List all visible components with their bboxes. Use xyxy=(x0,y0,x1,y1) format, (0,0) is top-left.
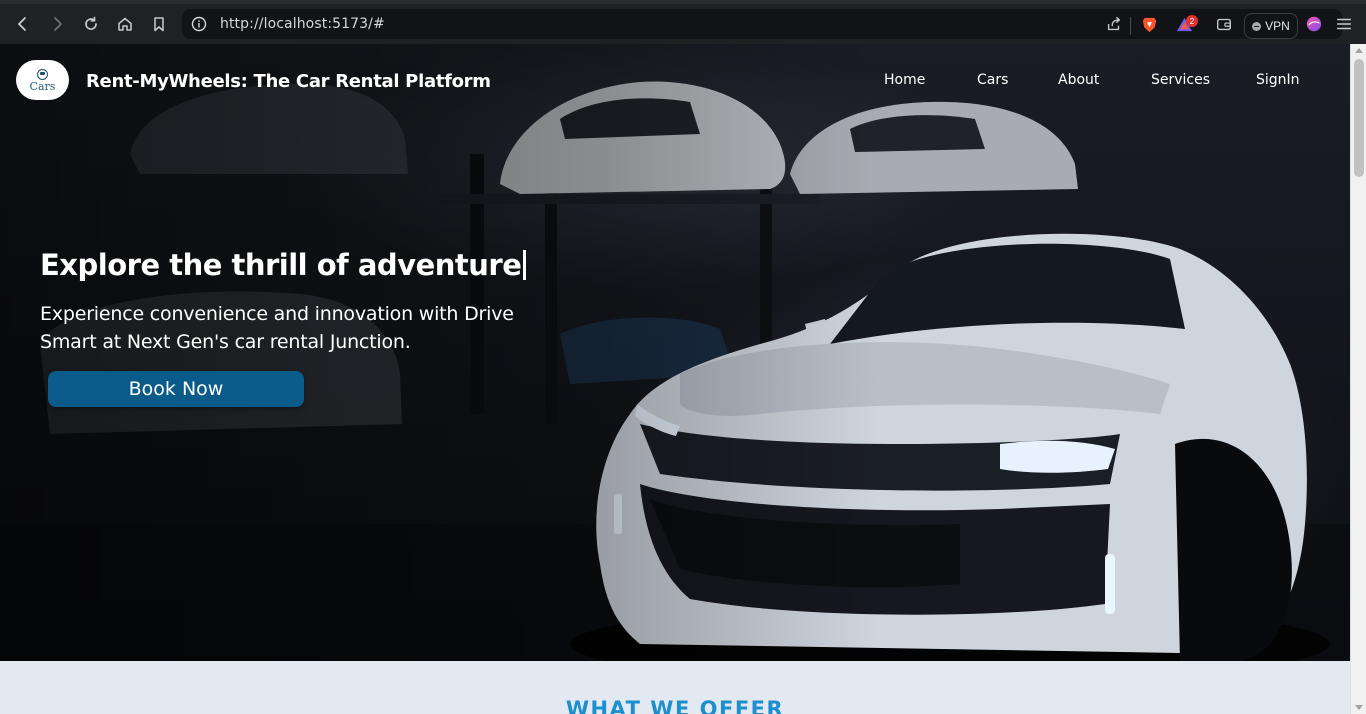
notification-badge: 2 xyxy=(1186,15,1198,27)
site-logo[interactable]: Cars xyxy=(16,60,69,100)
forward-icon[interactable] xyxy=(46,13,68,35)
share-icon[interactable] xyxy=(1104,14,1124,34)
scrollbar-thumb[interactable] xyxy=(1354,59,1364,177)
home-icon[interactable] xyxy=(114,13,136,35)
nav-about[interactable]: About xyxy=(1058,72,1099,88)
browser-toolbar: http://localhost:5173/# 2 VPN xyxy=(0,0,1366,44)
brand-title: Rent-MyWheels: The Car Rental Platform xyxy=(86,71,491,92)
page-scrollbar[interactable] xyxy=(1350,44,1366,714)
scroll-down-icon[interactable] xyxy=(1355,705,1363,710)
hero-subtext: Experience convenience and innovation wi… xyxy=(40,303,514,353)
logo-text: Cars xyxy=(29,79,56,93)
nav-home[interactable]: Home xyxy=(884,72,925,88)
book-now-button[interactable]: Book Now xyxy=(48,371,304,407)
vpn-button[interactable]: VPN xyxy=(1244,13,1298,39)
typing-caret xyxy=(523,250,527,280)
site-info-icon[interactable] xyxy=(191,16,207,32)
address-bar[interactable]: http://localhost:5173/# xyxy=(182,9,1342,39)
toolbar-divider xyxy=(1130,17,1131,35)
url-text[interactable]: http://localhost:5173/# xyxy=(220,16,385,32)
hero-headline: Explore the thrill of adventure xyxy=(40,248,527,282)
hero-headline-text: Explore the thrill of adventure xyxy=(40,248,522,282)
vpn-label: VPN xyxy=(1265,19,1290,33)
nav-services[interactable]: Services xyxy=(1151,72,1210,88)
menu-icon[interactable] xyxy=(1334,14,1354,34)
car-logo-icon xyxy=(37,68,48,80)
hero-section: Cars Rent-MyWheels: The Car Rental Platf… xyxy=(0,44,1350,661)
scroll-up-icon[interactable] xyxy=(1355,48,1363,53)
nav-signin[interactable]: SignIn xyxy=(1256,72,1300,88)
brave-shields-icon[interactable] xyxy=(1139,14,1159,34)
site-header: Cars Rent-MyWheels: The Car Rental Platf… xyxy=(0,44,1350,118)
offer-title: WHAT WE OFFER xyxy=(565,697,785,714)
bookmark-icon[interactable] xyxy=(148,13,170,35)
offer-section: WHAT WE OFFER xyxy=(0,661,1350,714)
leo-icon[interactable] xyxy=(1304,14,1324,34)
wallet-icon[interactable] xyxy=(1214,14,1234,34)
nav-cars[interactable]: Cars xyxy=(977,72,1008,88)
vpn-icon xyxy=(1252,21,1262,31)
page-viewport: Cars Rent-MyWheels: The Car Rental Platf… xyxy=(0,44,1350,714)
back-icon[interactable] xyxy=(12,13,34,35)
reload-icon[interactable] xyxy=(80,13,102,35)
